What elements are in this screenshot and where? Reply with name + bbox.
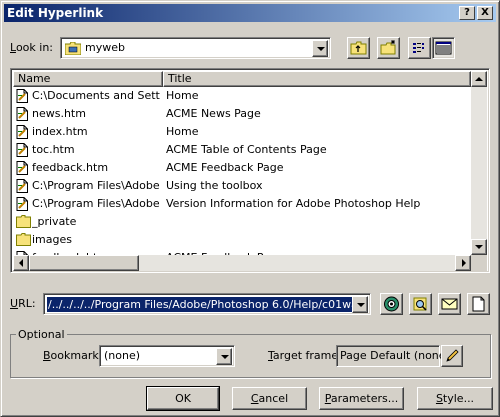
look-in-dropdown-button[interactable] bbox=[312, 40, 328, 57]
file-title: Using the toolbox bbox=[166, 179, 263, 192]
browse-web-button[interactable] bbox=[380, 293, 403, 315]
file-title: ACME Feedback Page bbox=[166, 161, 284, 174]
file-name: images bbox=[32, 233, 72, 246]
new-folder-icon bbox=[380, 40, 396, 55]
file-title: ACME Table of Contents Page bbox=[166, 143, 327, 156]
folder-icon bbox=[16, 233, 31, 247]
scroll-up-button[interactable] bbox=[471, 71, 487, 87]
file-list[interactable]: Name Title C:\Documents and Setti... Home… bbox=[10, 68, 490, 273]
list-item[interactable]: C:\Program Files\Adobe... Version Informa… bbox=[13, 195, 471, 213]
target-frame-label: Target frame: bbox=[268, 349, 342, 362]
column-header-title[interactable]: Title bbox=[163, 71, 471, 87]
file-name: news.htm bbox=[32, 107, 86, 120]
list-view-icon bbox=[413, 43, 424, 53]
details-view-icon bbox=[435, 41, 452, 55]
look-in-label: Look in: bbox=[10, 41, 53, 54]
arrow-down-icon bbox=[475, 245, 483, 249]
file-title: Home bbox=[166, 125, 199, 138]
up-folder-icon bbox=[350, 41, 367, 55]
file-name: feedback.htm bbox=[32, 161, 109, 174]
target-frame-value: Page Default (none) bbox=[340, 349, 450, 362]
file-name: C:\Documents and Setti... bbox=[32, 89, 160, 102]
scroll-down-button[interactable] bbox=[471, 239, 487, 255]
list-item[interactable]: toc.htm ACME Table of Contents Page bbox=[13, 141, 471, 159]
bookmark-dropdown-button[interactable] bbox=[216, 348, 232, 365]
email-link-button[interactable] bbox=[438, 293, 461, 315]
file-title: Home bbox=[166, 89, 199, 102]
html-file-icon bbox=[16, 197, 29, 211]
file-name: C:\Program Files\Adobe... bbox=[32, 197, 160, 210]
globe-icon bbox=[384, 296, 399, 312]
close-button[interactable]: X bbox=[477, 6, 493, 20]
horizontal-scroll-thumb[interactable] bbox=[29, 255, 139, 271]
html-file-icon bbox=[16, 125, 29, 139]
chevron-down-icon bbox=[221, 355, 229, 359]
look-in-value: myweb bbox=[85, 41, 125, 54]
html-file-icon bbox=[16, 179, 29, 193]
look-in-combo[interactable]: myweb bbox=[60, 37, 331, 59]
chevron-down-icon bbox=[357, 303, 365, 307]
url-input[interactable]: /../../../../Program Files/Adobe/Photosh… bbox=[47, 297, 353, 312]
up-one-level-button[interactable] bbox=[347, 37, 370, 59]
file-name: index.htm bbox=[32, 125, 88, 138]
optional-legend: Optional bbox=[16, 328, 67, 342]
file-name: _private bbox=[32, 215, 77, 228]
new-page-icon bbox=[472, 296, 485, 312]
target-frame-field: Page Default (none) bbox=[336, 345, 450, 367]
vertical-scrollbar[interactable] bbox=[471, 71, 487, 255]
bookmark-label: Bookmark: bbox=[43, 349, 103, 362]
parameters-button[interactable]: Parameters... bbox=[319, 387, 404, 410]
envelope-icon bbox=[441, 298, 458, 310]
file-name: toc.htm bbox=[32, 143, 75, 156]
html-file-icon bbox=[16, 143, 29, 157]
ok-button[interactable]: OK bbox=[147, 387, 219, 410]
browse-file-button[interactable] bbox=[409, 293, 432, 315]
bookmark-value: (none) bbox=[104, 349, 141, 362]
bookmark-combo[interactable]: (none) bbox=[99, 345, 235, 367]
browse-file-icon bbox=[413, 297, 427, 311]
file-title: Version Information for Adobe Photoshop … bbox=[166, 197, 421, 210]
list-item[interactable]: _private bbox=[13, 213, 471, 231]
window-title: Edit Hyperlink bbox=[7, 6, 104, 20]
list-item[interactable]: index.htm Home bbox=[13, 123, 471, 141]
list-item[interactable]: C:\Program Files\Adobe... Using the toolb… bbox=[13, 177, 471, 195]
file-title: ACME News Page bbox=[166, 107, 261, 120]
list-item[interactable]: news.htm ACME News Page bbox=[13, 105, 471, 123]
change-target-frame-button[interactable] bbox=[441, 345, 463, 367]
scroll-corner bbox=[471, 255, 487, 271]
scroll-left-button[interactable] bbox=[13, 255, 29, 271]
arrow-up-icon bbox=[475, 77, 483, 81]
arrow-right-icon bbox=[462, 259, 466, 267]
html-file-icon bbox=[16, 89, 29, 103]
scroll-right-button[interactable] bbox=[455, 255, 471, 271]
url-combo[interactable]: /../../../../Program Files/Adobe/Photosh… bbox=[43, 293, 371, 315]
list-view-button[interactable] bbox=[408, 37, 431, 59]
help-button[interactable]: ? bbox=[459, 6, 475, 20]
column-header-name[interactable]: Name bbox=[13, 71, 163, 87]
html-file-icon bbox=[16, 107, 29, 121]
edit-hyperlink-dialog: Edit Hyperlink ? X Look in: myweb Name T… bbox=[0, 0, 500, 417]
new-page-button[interactable] bbox=[467, 293, 490, 315]
arrow-left-icon bbox=[19, 259, 23, 267]
list-item[interactable]: C:\Documents and Setti... Home bbox=[13, 87, 471, 105]
chevron-down-icon bbox=[317, 47, 325, 51]
folder-icon bbox=[16, 215, 31, 229]
pencil-icon bbox=[446, 349, 459, 362]
details-view-button[interactable] bbox=[432, 37, 455, 59]
network-folder-icon bbox=[64, 41, 82, 56]
html-file-icon bbox=[16, 161, 29, 175]
file-name: C:\Program Files\Adobe... bbox=[32, 179, 160, 192]
url-label: URL: bbox=[10, 297, 36, 310]
style-button[interactable]: Style... bbox=[417, 387, 493, 410]
list-item[interactable]: images bbox=[13, 231, 471, 249]
cancel-button[interactable]: Cancel bbox=[232, 387, 307, 410]
file-rows: C:\Documents and Setti... Home news.htm ACM… bbox=[11, 87, 471, 255]
list-item[interactable]: feedback.htm ACME Feedback Page bbox=[13, 159, 471, 177]
new-folder-button[interactable] bbox=[377, 37, 400, 59]
title-bar[interactable]: Edit Hyperlink ? X bbox=[4, 4, 496, 22]
url-dropdown-button[interactable] bbox=[352, 296, 368, 313]
